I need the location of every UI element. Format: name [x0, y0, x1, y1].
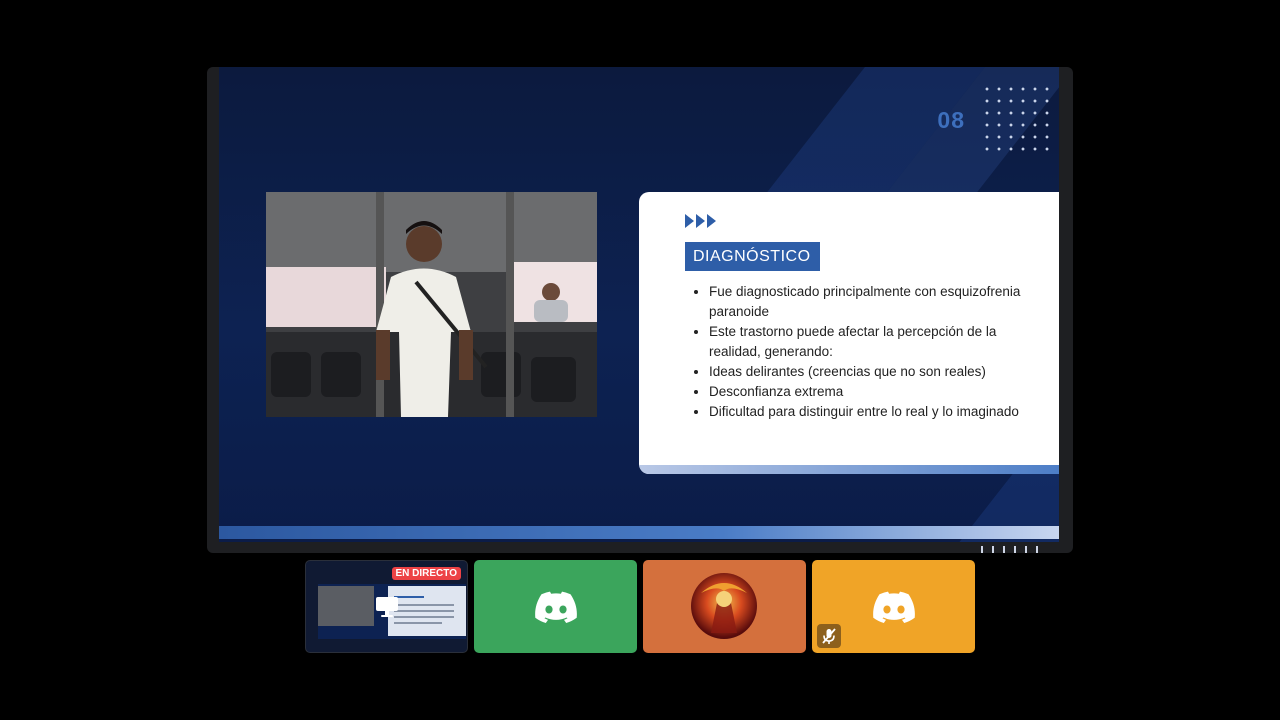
bullet-item: Ideas delirantes (creencias que no son r… [709, 362, 1039, 382]
preview-card [388, 586, 466, 636]
slide-footer-bar [219, 526, 1059, 539]
screen-share-tile[interactable]: EN DIRECTO [305, 560, 468, 653]
bullet-item: Dificultad para distinguir entre lo real… [709, 402, 1039, 422]
microphone-muted-icon [817, 624, 841, 648]
presentation-slide: 08 DIAGNÓSTICO • Fue diagnosticado princ… [219, 67, 1059, 542]
bullet-item: Fue diagnosticado principalmente con esq… [709, 282, 1039, 322]
bullet-item: Desconfianza extrema [709, 382, 1039, 402]
slide-photo [266, 192, 597, 417]
bullet-list: Fue diagnosticado principalmente con esq… [691, 282, 1039, 422]
discord-icon [873, 591, 915, 628]
live-badge: EN DIRECTO [391, 567, 461, 580]
slide-number: 08 [937, 107, 965, 133]
diagnosis-card: DIAGNÓSTICO Fue diagnosticado principalm… [639, 192, 1059, 474]
card-accent-bar [639, 465, 1059, 474]
monitor-icon [375, 596, 399, 623]
participant-tile[interactable] [643, 560, 806, 653]
section-title-badge: DIAGNÓSTICO [685, 242, 820, 271]
dot-grid-decoration [981, 83, 1053, 155]
avatar [691, 573, 757, 639]
slide-tick-decoration [981, 546, 1038, 553]
participant-tile[interactable] [474, 560, 637, 653]
participant-tile[interactable] [812, 560, 975, 653]
bullet-item: Este trastorno puede afectar la percepci… [709, 322, 1039, 362]
screen-share-stage[interactable]: 08 DIAGNÓSTICO • Fue diagnosticado princ… [207, 67, 1073, 553]
discord-icon [535, 591, 577, 628]
triple-arrow-icon [685, 214, 716, 228]
preview-photo [318, 586, 374, 626]
